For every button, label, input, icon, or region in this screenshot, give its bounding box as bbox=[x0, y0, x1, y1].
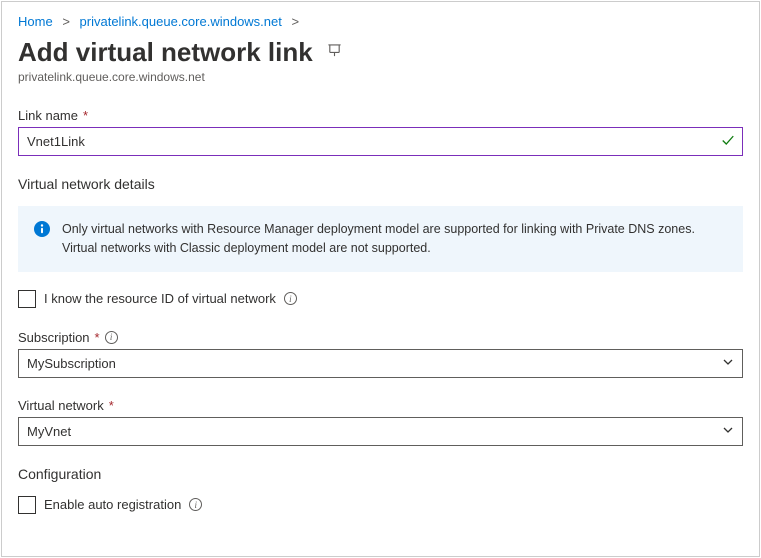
breadcrumb-home[interactable]: Home bbox=[18, 14, 53, 29]
page-subtitle: privatelink.queue.core.windows.net bbox=[18, 70, 743, 84]
info-box: Only virtual networks with Resource Mana… bbox=[18, 206, 743, 272]
link-name-input[interactable] bbox=[18, 127, 743, 156]
page-title-row: Add virtual network link bbox=[18, 37, 743, 68]
page-container: Home > privatelink.queue.core.windows.ne… bbox=[1, 1, 760, 557]
auto-registration-row: Enable auto registration i bbox=[18, 496, 743, 514]
resource-id-checkbox[interactable] bbox=[18, 290, 36, 308]
info-tooltip-icon[interactable]: i bbox=[105, 331, 118, 344]
subscription-value: MySubscription bbox=[27, 356, 116, 371]
auto-registration-label: Enable auto registration bbox=[44, 497, 181, 512]
chevron-down-icon bbox=[722, 424, 734, 439]
configuration-header: Configuration bbox=[18, 466, 743, 482]
info-tooltip-icon[interactable]: i bbox=[189, 498, 202, 511]
info-icon bbox=[34, 221, 50, 237]
virtual-network-value: MyVnet bbox=[27, 424, 71, 439]
link-name-input-wrapper bbox=[18, 127, 743, 156]
link-name-label: Link name * bbox=[18, 108, 743, 123]
vnet-details-header: Virtual network details bbox=[18, 176, 743, 192]
required-indicator: * bbox=[83, 108, 88, 123]
virtual-network-dropdown[interactable]: MyVnet bbox=[18, 417, 743, 446]
page-title: Add virtual network link bbox=[18, 37, 313, 68]
virtual-network-label: Virtual network * bbox=[18, 398, 743, 413]
breadcrumb-sep: > bbox=[62, 14, 70, 29]
subscription-dropdown[interactable]: MySubscription bbox=[18, 349, 743, 378]
info-box-text: Only virtual networks with Resource Mana… bbox=[62, 220, 727, 258]
resource-id-checkbox-label: I know the resource ID of virtual networ… bbox=[44, 291, 276, 306]
check-icon bbox=[721, 133, 735, 150]
pin-icon[interactable] bbox=[327, 43, 342, 62]
auto-registration-checkbox[interactable] bbox=[18, 496, 36, 514]
required-indicator: * bbox=[109, 398, 114, 413]
breadcrumb-zone[interactable]: privatelink.queue.core.windows.net bbox=[80, 14, 282, 29]
resource-id-checkbox-row: I know the resource ID of virtual networ… bbox=[18, 290, 743, 308]
breadcrumb: Home > privatelink.queue.core.windows.ne… bbox=[18, 14, 743, 29]
subscription-label: Subscription * i bbox=[18, 330, 743, 345]
chevron-down-icon bbox=[722, 356, 734, 371]
required-indicator: * bbox=[95, 330, 100, 345]
breadcrumb-sep: > bbox=[292, 14, 300, 29]
info-tooltip-icon[interactable]: i bbox=[284, 292, 297, 305]
